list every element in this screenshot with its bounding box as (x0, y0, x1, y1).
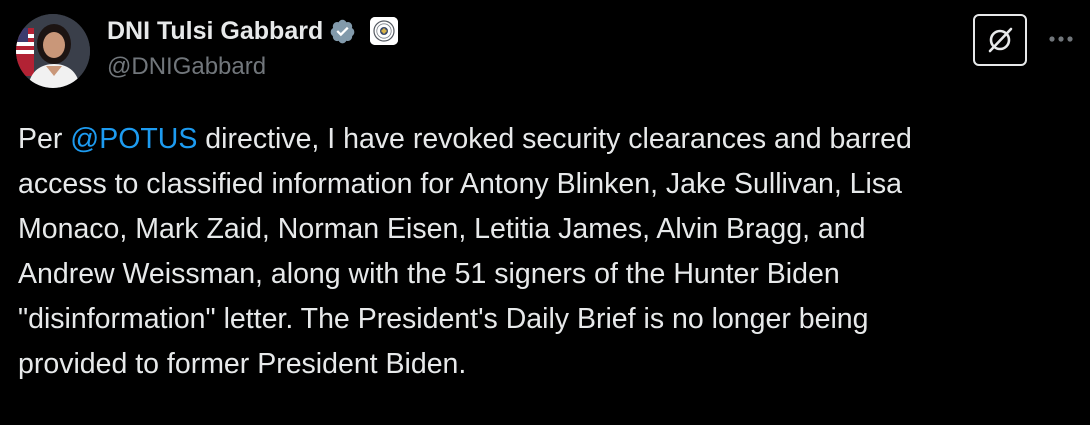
avatar[interactable] (16, 14, 90, 88)
verified-badge-icon[interactable] (329, 18, 356, 45)
government-seal-badge-icon[interactable] (370, 17, 399, 45)
author-name-row: DNI Tulsi Gabbard (107, 14, 399, 48)
author-handle[interactable]: @DNIGabbard (107, 53, 398, 81)
author-info: DNI Tulsi Gabbard @DNIGabbard (107, 14, 399, 81)
tweet-text: Per @POTUS directive, I have revoked sec… (18, 117, 1068, 387)
more-horizontal-icon (1049, 36, 1073, 42)
grok-icon (988, 27, 1013, 53)
tweet-card: DNI Tulsi Gabbard @DNIGabbard Per @POTUS… (0, 0, 1090, 425)
author-display-name[interactable]: DNI Tulsi Gabbard (107, 17, 323, 46)
mention-link-potus[interactable]: @POTUS (70, 123, 197, 155)
grok-button[interactable] (973, 14, 1027, 66)
more-options-button[interactable] (1046, 24, 1076, 54)
profile-photo (16, 14, 90, 88)
tweet-text-prefix: Per (18, 123, 71, 155)
tweet-text-body: directive, I have revoked security clear… (18, 123, 912, 380)
